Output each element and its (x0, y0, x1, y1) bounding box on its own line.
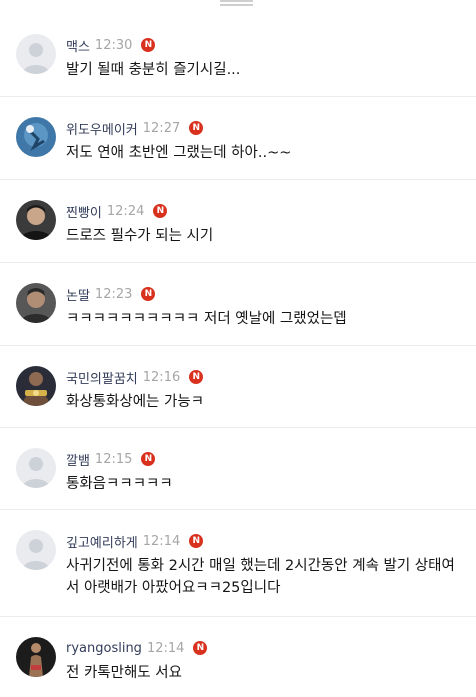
comment-author[interactable]: 논딸 (66, 285, 90, 304)
n-badge-icon: N (141, 38, 156, 52)
blue-photo-avatar[interactable] (16, 117, 56, 157)
comment-author[interactable]: 맥스 (66, 36, 90, 55)
n-badge-icon: N (141, 287, 156, 301)
comment-item: 위도우메이커 12:27 N 저도 연애 초반엔 그랬는데 하아..~~ (0, 97, 476, 180)
comment-time: 12:14 (146, 640, 185, 656)
comment-item: 논딸 12:23 N ㅋㅋㅋㅋㅋㅋㅋㅋㅋㅋ 저더 옛날에 그랬었는뎁 (0, 263, 476, 346)
comment-item: 맥스 12:30 N 발기 될때 충분히 즐기시길... (0, 14, 476, 97)
comment-text: 통화음ㅋㅋㅋㅋㅋ (66, 476, 173, 492)
comment-author[interactable]: 위도우메이커 (66, 119, 138, 138)
comment-text: 발기 될때 충분히 즐기시길... (66, 62, 241, 78)
n-badge-icon: N (189, 121, 204, 135)
n-badge-icon: N (141, 452, 156, 466)
comment-time: 12:23 (94, 286, 133, 302)
comment-time: 12:24 (106, 203, 145, 219)
comment-author[interactable]: 깔뱀 (66, 450, 90, 469)
comment-text: 사귀기전에 통화 2시간 매일 했는데 2시간동안 계속 발기 상태여서 아랫배… (66, 558, 455, 596)
comment-text: 전 카톡만해도 서요 (66, 665, 182, 681)
drag-handle[interactable] (220, 0, 253, 6)
comment-item: ryangosling 12:14 N 전 카톡만해도 서요 (0, 617, 476, 697)
comment-text: 드로즈 필수가 되는 시기 (66, 228, 214, 244)
comment-time: 12:16 (142, 369, 181, 385)
comment-item: 깊고예리하게 12:14 N 사귀기전에 통화 2시간 매일 했는데 2시간동안… (0, 510, 476, 617)
comment-text: 화상통화상에는 가능ㅋ (66, 394, 205, 410)
portrait-avatar[interactable] (16, 200, 56, 240)
default-avatar[interactable] (16, 448, 56, 488)
comment-time: 12:27 (142, 120, 181, 136)
comment-text: ㅋㅋㅋㅋㅋㅋㅋㅋㅋㅋ 저더 옛날에 그랬었는뎁 (66, 311, 347, 327)
default-avatar[interactable] (16, 530, 56, 570)
comment-text: 저도 연애 초반엔 그랬는데 하아..~~ (66, 145, 292, 161)
comment-time: 12:30 (94, 37, 133, 53)
comment-author[interactable]: ryangosling (66, 641, 142, 656)
comment-author[interactable]: 국민의팔꿈치 (66, 368, 138, 387)
n-badge-icon: N (153, 204, 168, 218)
portrait-avatar[interactable] (16, 283, 56, 323)
comment-time: 12:14 (142, 533, 181, 549)
comment-time: 12:15 (94, 451, 133, 467)
comment-item: 국민의팔꿈치 12:16 N 화상통화상에는 가능ㅋ (0, 346, 476, 428)
n-badge-icon: N (189, 534, 204, 548)
comment-item: 깔뱀 12:15 N 통화음ㅋㅋㅋㅋㅋ (0, 428, 476, 510)
comment-author[interactable]: 찐빵이 (66, 202, 102, 221)
boxer-avatar[interactable] (16, 366, 56, 406)
n-badge-icon: N (189, 370, 204, 384)
default-avatar[interactable] (16, 34, 56, 74)
n-badge-icon: N (193, 641, 208, 655)
comment-item: 찐빵이 12:24 N 드로즈 필수가 되는 시기 (0, 180, 476, 263)
comment-author[interactable]: 깊고예리하게 (66, 532, 138, 551)
figure-avatar[interactable] (16, 637, 56, 677)
comment-list: 맥스 12:30 N 발기 될때 충분히 즐기시길... 위도우메이커 12:2… (0, 14, 476, 697)
